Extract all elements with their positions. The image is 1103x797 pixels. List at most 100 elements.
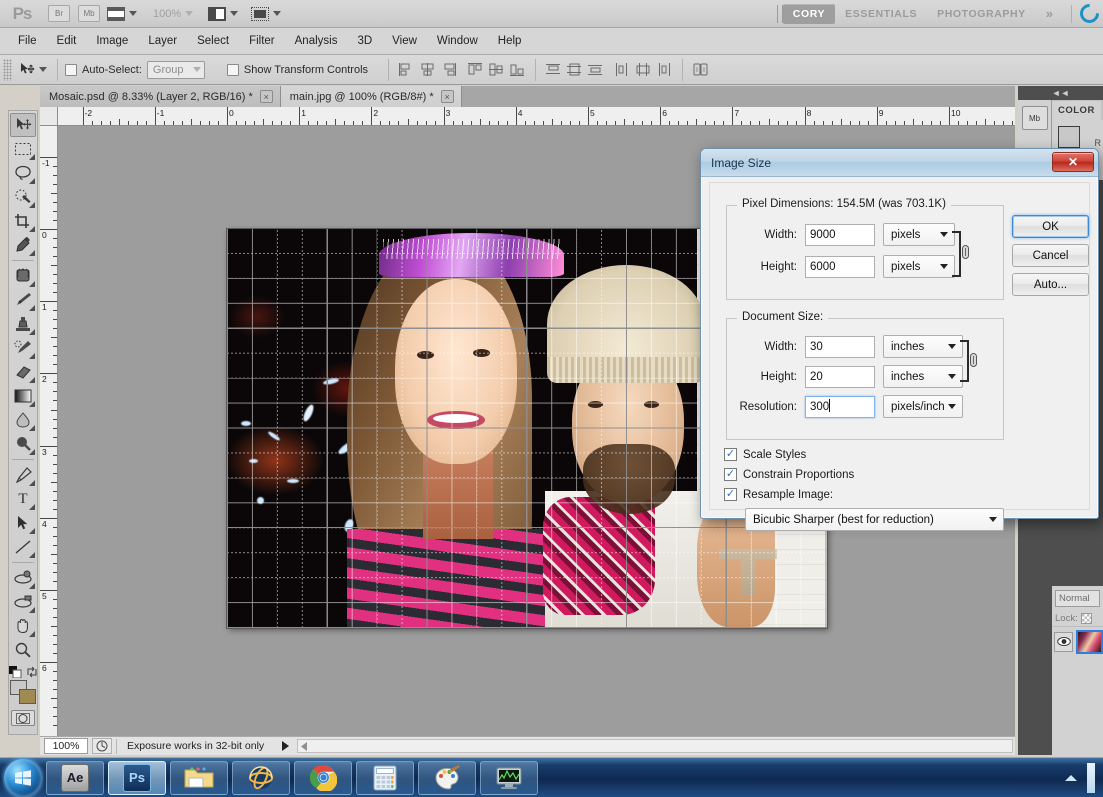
layer-blend-mode-dropdown[interactable]: Normal [1055,590,1100,607]
taskbar-internet-explorer[interactable] [232,761,290,795]
taskbar-paint[interactable] [418,761,476,795]
ok-button[interactable]: OK [1012,215,1089,238]
workspace-tab-essentials[interactable]: ESSENTIALS [835,4,927,24]
background-color-swatch[interactable] [19,689,36,704]
collapse-to-icons-icon[interactable]: ◄◄ [1018,86,1103,100]
align-bottom-edges-icon[interactable] [509,62,526,77]
scale-styles-checkbox[interactable]: ✓ [724,448,737,461]
menu-file[interactable]: File [8,31,47,51]
taskbar-after-effects[interactable]: Ae [46,761,104,795]
constrain-proportions-checkbox[interactable]: ✓ [724,468,737,481]
tool-dodge-tool[interactable] [10,432,36,456]
cancel-button[interactable]: Cancel [1012,244,1089,267]
distribute-vertical-centers-icon[interactable] [566,62,583,77]
arrange-documents-dropdown[interactable] [208,1,238,27]
document-height-input[interactable]: 20 [805,366,875,388]
zoom-level-dropdown[interactable]: 100% [143,1,193,27]
auto-select-checkbox[interactable] [65,64,77,76]
document-resolution-unit-dropdown[interactable]: pixels/inch [883,395,963,418]
launch-bridge-button[interactable]: Br [48,5,70,22]
menu-edit[interactable]: Edit [47,31,87,51]
default-colors-icon[interactable] [9,666,22,678]
start-button[interactable] [4,759,42,797]
distribute-top-edges-icon[interactable] [545,62,562,77]
resample-method-dropdown[interactable]: Bicubic Sharper (best for reduction) [745,508,1004,531]
document-tab-main[interactable]: main.jpg @ 100% (RGB/8#) * × [281,86,462,107]
auto-select-scope-dropdown[interactable]: Group [147,61,205,79]
menu-view[interactable]: View [382,31,427,51]
document-tab-mosaic[interactable]: Mosaic.psd @ 8.33% (Layer 2, RGB/16) * × [40,86,281,107]
taskbar-photoshop[interactable]: Ps [108,761,166,795]
workspace-grip[interactable] [777,5,783,23]
document-resolution-input[interactable]: 300 [805,396,875,418]
close-icon[interactable]: × [260,90,273,103]
tool-rectangular-marquee-tool[interactable] [10,137,36,161]
taskbar-calculator[interactable] [356,761,414,795]
mini-bridge-panel-icon[interactable]: Mb [1022,106,1048,130]
color-panel-foreground-swatch[interactable] [1058,126,1080,148]
tool-pen-tool[interactable] [10,463,36,487]
status-scroll-rail[interactable] [297,739,1013,753]
pixel-height-unit-dropdown[interactable]: pixels [883,255,955,278]
status-menu-arrow-icon[interactable] [282,741,289,751]
constrain-proportions-checkbox-row[interactable]: ✓ Constrain Proportions [724,468,854,481]
quick-mask-mode-icon[interactable] [11,710,35,726]
lock-transparent-pixels-icon[interactable] [1081,613,1092,624]
menu-window[interactable]: Window [427,31,488,51]
tool-horizontal-type-tool[interactable]: T [10,487,36,511]
current-tool-preset-dropdown[interactable] [19,57,47,83]
status-zoom-field[interactable]: 100% [44,738,88,754]
menu-3d[interactable]: 3D [347,31,382,51]
tool-3d-camera-rotate-tool[interactable] [10,590,36,614]
launch-mini-bridge-button[interactable]: Mb [78,5,100,22]
tool-history-brush-tool[interactable] [10,336,36,360]
layer-row[interactable] [1052,626,1103,656]
color-swatches[interactable] [10,680,36,706]
tool-clone-stamp-tool[interactable] [10,312,36,336]
distribute-right-edges-icon[interactable] [656,62,673,77]
tool-blur-tool[interactable] [10,408,36,432]
resample-image-checkbox[interactable]: ✓ [724,488,737,501]
tool-quick-selection-tool[interactable] [10,185,36,209]
distribute-left-edges-icon[interactable] [614,62,631,77]
show-transform-controls-checkbox[interactable] [227,64,239,76]
show-hidden-icons-icon[interactable] [1065,775,1077,781]
tool-eraser-tool[interactable] [10,360,36,384]
menu-help[interactable]: Help [488,31,532,51]
document-height-unit-dropdown[interactable]: inches [883,365,963,388]
image-size-dialog[interactable]: Image Size ✕ Pixel Dimensions: 154.5M (w… [700,148,1099,519]
tool-brush-tool[interactable] [10,288,36,312]
workspace-tab-photography[interactable]: PHOTOGRAPHY [927,4,1036,24]
workspace-tab-cory[interactable]: CORY [783,4,835,24]
cs-live-services-icon[interactable] [1076,0,1103,27]
align-top-edges-icon[interactable] [467,62,484,77]
tool-move-tool[interactable] [10,113,36,137]
taskbar-explorer[interactable] [170,761,228,795]
menu-filter[interactable]: Filter [239,31,285,51]
swap-colors-icon[interactable] [26,666,38,678]
tool-gradient-tool[interactable] [10,384,36,408]
dialog-title-bar[interactable]: Image Size ✕ [701,149,1098,177]
color-panel-tab[interactable]: COLOR [1052,101,1101,120]
pixel-width-input[interactable]: 9000 [805,224,875,246]
vertical-ruler[interactable]: -10123456 [40,126,58,736]
view-extras-dropdown[interactable] [107,1,137,27]
tool-eyedropper-tool[interactable] [10,233,36,257]
tool-lasso-tool[interactable] [10,161,36,185]
menu-layer[interactable]: Layer [138,31,187,51]
resample-image-checkbox-row[interactable]: ✓ Resample Image: [724,488,833,501]
align-right-edges-icon[interactable] [440,62,457,77]
scale-styles-checkbox-row[interactable]: ✓ Scale Styles [724,448,806,461]
tool-crop-tool[interactable] [10,209,36,233]
taskbar-resource-monitor[interactable] [480,761,538,795]
document-width-input[interactable]: 30 [805,336,875,358]
document-width-unit-dropdown[interactable]: inches [883,335,963,358]
layer-visibility-eye-icon[interactable] [1054,632,1073,652]
timing-icon[interactable] [92,738,112,754]
menu-image[interactable]: Image [86,31,138,51]
distribute-bottom-edges-icon[interactable] [587,62,604,77]
align-vertical-centers-icon[interactable] [488,62,505,77]
tool-line-shape-tool[interactable] [10,535,36,559]
workspace-more-icon[interactable]: » [1036,6,1063,21]
layer-thumbnail[interactable] [1076,630,1103,654]
